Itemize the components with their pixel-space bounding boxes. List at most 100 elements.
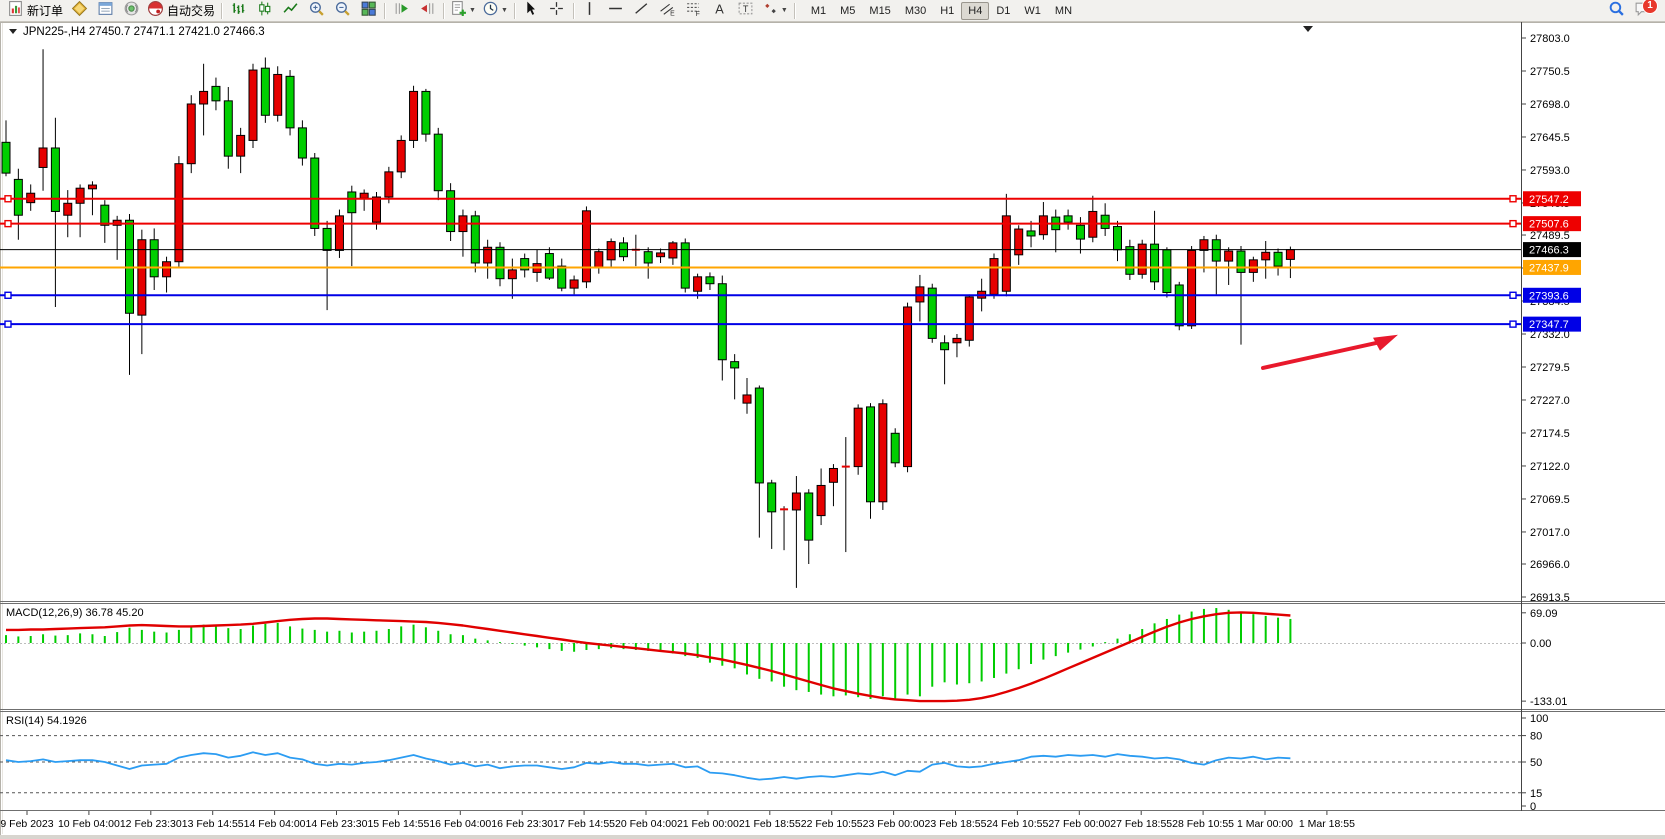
timeframe-mn-button[interactable]: MN [1048, 2, 1079, 20]
autotrade-label: 自动交易 [167, 2, 215, 19]
equidistant-channel-button[interactable]: E [655, 0, 681, 22]
svg-text:14 Feb 23:30: 14 Feb 23:30 [306, 818, 368, 830]
svg-text:27227.0: 27227.0 [1530, 395, 1570, 407]
svg-text:17 Feb 14:55: 17 Feb 14:55 [553, 818, 615, 830]
arrows-button[interactable]: ▼ [759, 0, 791, 22]
fibonacci-button[interactable]: F [681, 0, 707, 22]
crosshair-icon [548, 0, 565, 22]
gold-diamond-icon [71, 0, 88, 22]
chevron-down-icon: ▼ [469, 7, 476, 14]
crosshair-button[interactable] [544, 0, 570, 22]
svg-text:15: 15 [1530, 788, 1542, 800]
svg-text:27393.6: 27393.6 [1529, 290, 1569, 302]
svg-text:27017.0: 27017.0 [1530, 527, 1570, 539]
vertical-line-button[interactable] [577, 0, 603, 22]
new-order-icon [7, 0, 24, 22]
horizontal-line-button[interactable] [603, 0, 629, 22]
svg-text:12 Feb 23:30: 12 Feb 23:30 [120, 818, 182, 830]
trendline-button[interactable] [629, 0, 655, 22]
timeframe-m15-button[interactable]: M15 [862, 2, 897, 20]
timeframe-w1-button[interactable]: W1 [1017, 2, 1048, 20]
chart-canvas[interactable]: 27803.027750.527698.027645.527593.027540… [0, 22, 1665, 839]
svg-text:80: 80 [1530, 731, 1542, 743]
new-chart-icon [450, 0, 467, 22]
mt4-window: 新订单 自动交易 ▼▼ EFAT▼ M1M5M15M30H1H4D1W1MN 1… [0, 0, 1665, 839]
timeframe-h4-button[interactable]: H4 [961, 2, 989, 20]
svg-text:1 Mar 00:00: 1 Mar 00:00 [1237, 818, 1293, 830]
svg-text:15 Feb 14:55: 15 Feb 14:55 [367, 818, 429, 830]
timeframe-m5-button[interactable]: M5 [833, 2, 862, 20]
svg-text:50: 50 [1530, 757, 1542, 769]
auto-scroll-icon [393, 0, 410, 22]
svg-text:27466.3: 27466.3 [1529, 245, 1569, 257]
svg-text:27347.7: 27347.7 [1529, 319, 1569, 331]
line-chart-button[interactable] [277, 0, 303, 22]
svg-text:F: F [696, 10, 700, 16]
svg-text:24 Feb 10:55: 24 Feb 10:55 [986, 818, 1048, 830]
svg-text:27507.6: 27507.6 [1529, 219, 1569, 231]
svg-text:23 Feb 18:55: 23 Feb 18:55 [925, 818, 987, 830]
svg-text:27489.5: 27489.5 [1530, 230, 1570, 242]
hline-icon [607, 0, 624, 22]
bar-chart-button[interactable] [225, 0, 251, 22]
cursor-button[interactable] [518, 0, 544, 22]
bars-icon [230, 0, 247, 22]
svg-text:1 Mar 18:55: 1 Mar 18:55 [1299, 818, 1355, 830]
autotrade-icon [147, 0, 164, 22]
line-icon [282, 0, 299, 22]
profiles-button[interactable]: ▼ [479, 0, 511, 22]
auto-scroll-button[interactable] [388, 0, 414, 22]
rsi-label: RSI(14) 54.1926 [6, 715, 87, 727]
fibo-icon: F [685, 0, 702, 22]
svg-text:27750.5: 27750.5 [1530, 66, 1570, 78]
svg-text:21 Feb 00:00: 21 Feb 00:00 [677, 818, 739, 830]
toolbar-separator [381, 3, 388, 19]
chart-area: 27803.027750.527698.027645.527593.027540… [0, 22, 1665, 839]
timeframe-m1-button[interactable]: M1 [804, 2, 833, 20]
svg-text:27122.0: 27122.0 [1530, 461, 1570, 473]
timeframe-h1-button[interactable]: H1 [933, 2, 961, 20]
svg-text:27803.0: 27803.0 [1530, 33, 1570, 45]
text-button[interactable]: A [707, 0, 733, 22]
svg-text:13 Feb 14:55: 13 Feb 14:55 [182, 818, 244, 830]
chat-button[interactable]: 1 [1629, 0, 1655, 22]
zoom-out-button[interactable] [329, 0, 355, 22]
market-watch-button[interactable] [92, 0, 118, 22]
svg-text:16 Feb 04:00: 16 Feb 04:00 [429, 818, 491, 830]
timeframe-toolbar: M1M5M15M30H1H4D1W1MN [804, 2, 1079, 20]
label-button[interactable]: T [733, 0, 759, 22]
svg-text:27698.0: 27698.0 [1530, 99, 1570, 111]
tile-windows-button[interactable] [355, 0, 381, 22]
candlestick-chart-button[interactable] [251, 0, 277, 22]
signal-icon [123, 0, 140, 22]
svg-text:10 Feb 04:00: 10 Feb 04:00 [58, 818, 120, 830]
svg-text:27069.5: 27069.5 [1530, 494, 1570, 506]
svg-text:100: 100 [1530, 713, 1548, 725]
search-button[interactable] [1603, 0, 1629, 22]
svg-text:-133.01: -133.01 [1530, 696, 1567, 708]
svg-text:0: 0 [1530, 801, 1536, 813]
new-order-button[interactable]: 新订单 [4, 0, 66, 22]
chart-title-text: JPN225-,H4 27450.7 27471.1 27421.0 27466… [23, 26, 265, 38]
cursor-icon [522, 0, 539, 22]
svg-text:A: A [716, 1, 725, 16]
svg-text:69.09: 69.09 [1530, 608, 1558, 620]
svg-text:0.00: 0.00 [1530, 638, 1551, 650]
svg-text:27279.5: 27279.5 [1530, 362, 1570, 374]
macd-label: MACD(12,26,9) 36.78 45.20 [6, 607, 144, 619]
signals-button[interactable] [118, 0, 144, 22]
chart-shift-button[interactable] [414, 0, 440, 22]
svg-text:27645.5: 27645.5 [1530, 132, 1570, 144]
timeframe-d1-button[interactable]: D1 [989, 2, 1017, 20]
arrows-icon [762, 0, 779, 22]
channel-icon: E [659, 0, 676, 22]
new-order-label: 新订单 [27, 2, 63, 19]
autotrade-button[interactable]: 自动交易 [144, 0, 218, 22]
vline-icon [581, 0, 598, 22]
timeframe-m30-button[interactable]: M30 [898, 2, 933, 20]
zoom-in-button[interactable] [303, 0, 329, 22]
new-chart-button[interactable]: ▼ [447, 0, 479, 22]
indicators-button[interactable] [66, 0, 92, 22]
svg-text:E: E [671, 10, 676, 17]
svg-text:14 Feb 04:00: 14 Feb 04:00 [244, 818, 306, 830]
